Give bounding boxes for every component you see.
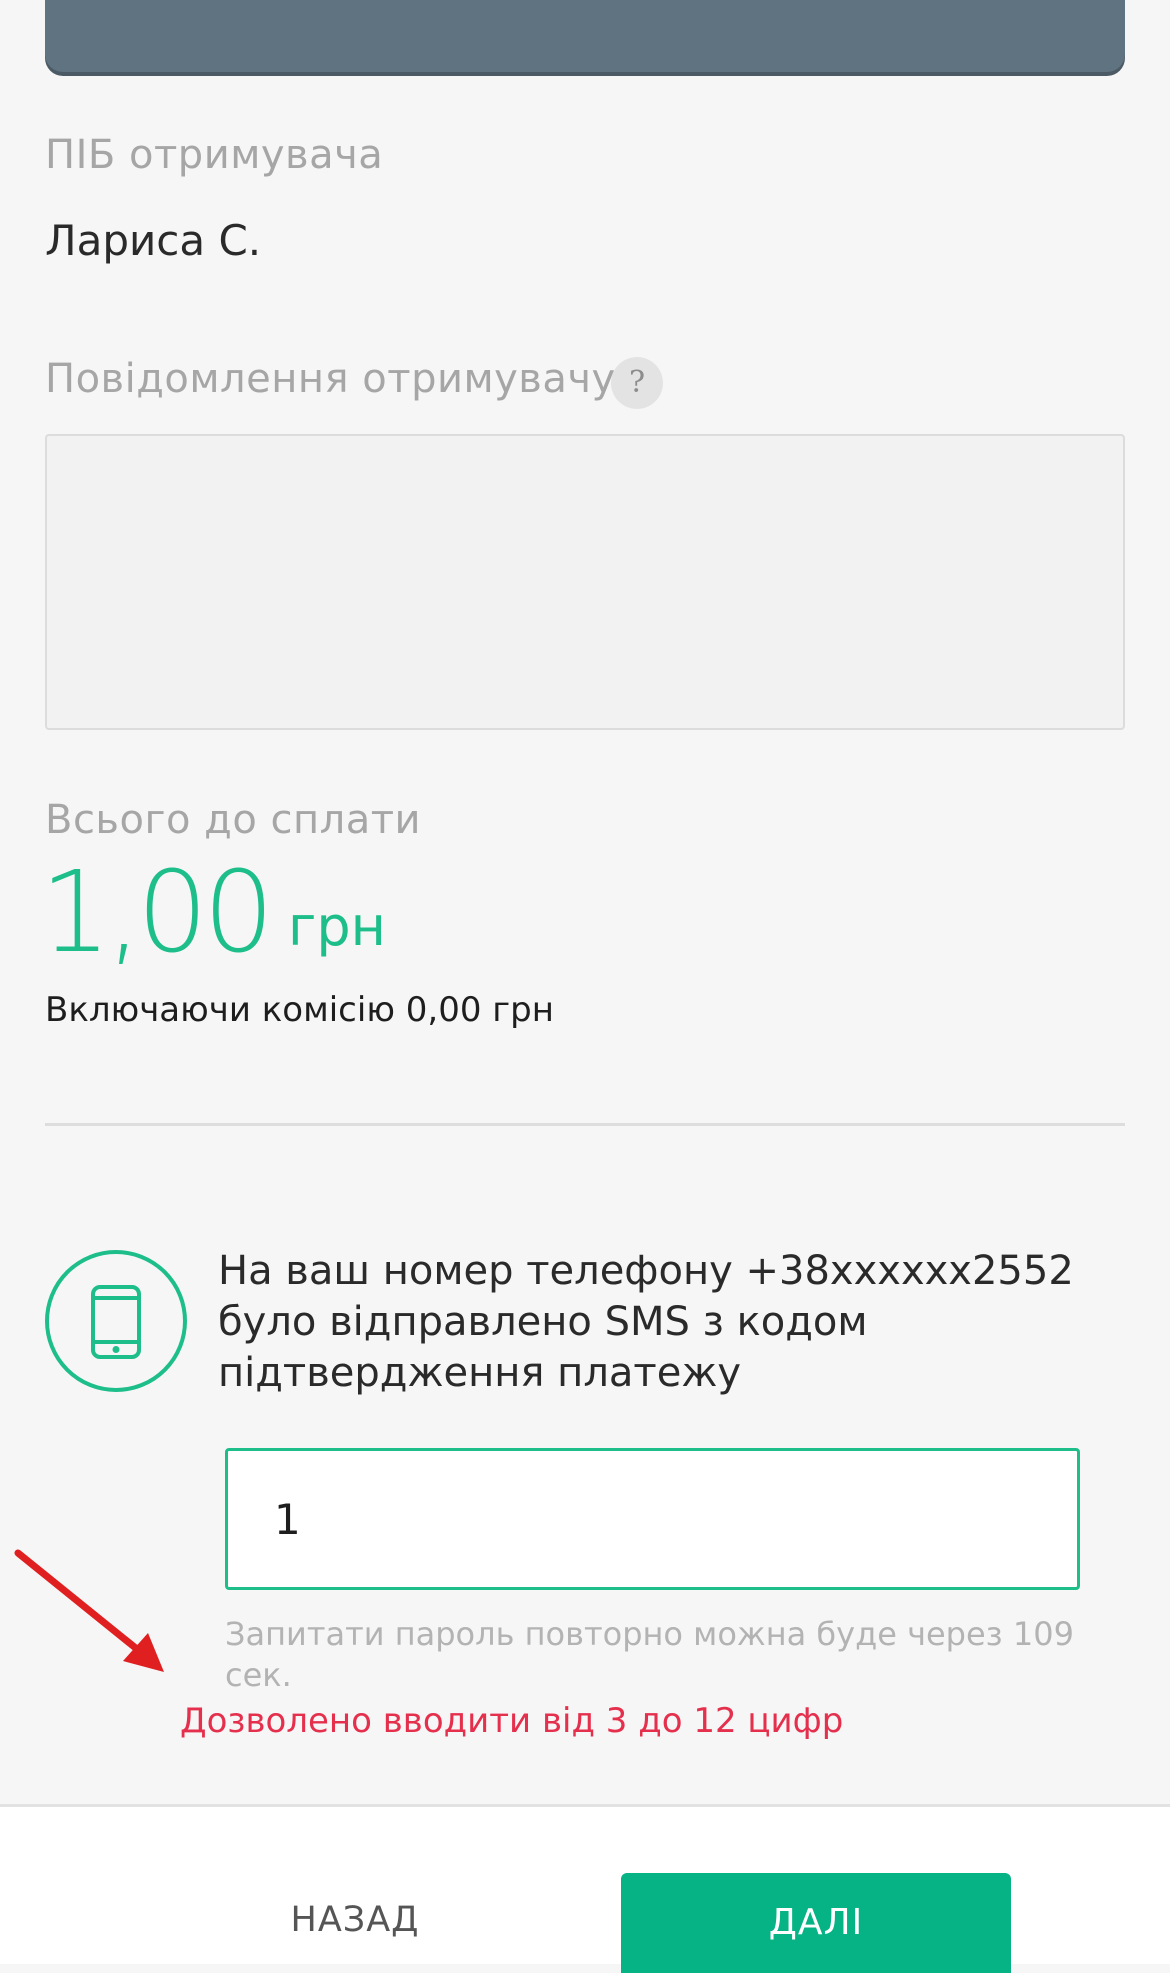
message-input[interactable] [45,434,1125,730]
total-amount: 1,00 [40,848,274,978]
validation-error-text: Дозволено вводити від 3 до 12 цифр [180,1701,844,1741]
total-label: Всього до сплати [45,797,422,843]
annotation-arrow-icon [14,1549,164,1672]
smartphone-glyph [91,1285,141,1359]
total-currency: грн [288,895,386,958]
sms-info-text: На ваш номер телефону +38xxxxxx2552 було… [218,1248,1074,1396]
help-icon[interactable]: ? [611,357,663,409]
recipient-name-value: Лариса С. [45,216,262,265]
back-button[interactable]: НАЗАД [230,1900,480,1940]
smartphone-icon [45,1250,187,1392]
footer-bar: НАЗАД ДАЛІ [0,1804,1170,1973]
divider [45,1123,1125,1126]
message-label: Повідомлення отримувачу [45,356,616,402]
card-preview [45,0,1125,72]
recipient-name-label: ПІБ отримувача [45,132,384,178]
sms-code-input[interactable] [225,1448,1080,1590]
resend-timer-text: Запитати пароль повторно можна буде чере… [225,1615,1074,1694]
commission-text: Включаючи комісію 0,00 грн [45,990,554,1030]
next-button[interactable]: ДАЛІ [621,1873,1011,1973]
